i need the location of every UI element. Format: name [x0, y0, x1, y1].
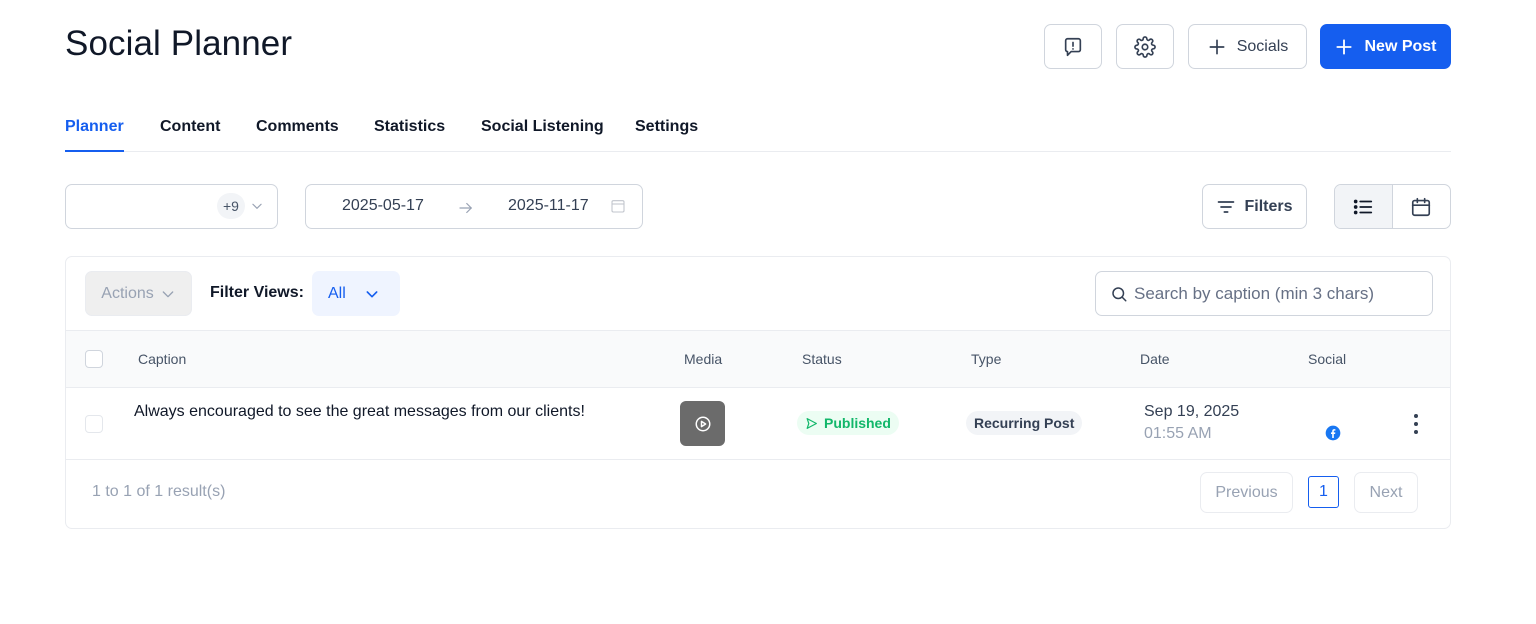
socials-label: Socials — [1236, 37, 1289, 55]
post-time: 01:55 AM — [1144, 425, 1212, 442]
filter-views-value: All — [328, 284, 346, 302]
column-social: Social — [1308, 351, 1347, 367]
column-date[interactable]: Date — [1140, 351, 1170, 367]
column-status: Status — [802, 351, 842, 367]
new-post-label: New Post — [1364, 37, 1437, 55]
chevron-down-icon — [366, 290, 378, 297]
page-number-button[interactable]: 1 — [1308, 476, 1339, 508]
facebook-icon[interactable] — [1325, 425, 1341, 441]
accounts-count-badge: +9 — [217, 193, 245, 219]
next-page-button[interactable]: Next — [1354, 472, 1418, 513]
add-socials-button[interactable]: Socials — [1188, 24, 1307, 69]
actions-label: Actions — [101, 284, 154, 302]
post-date: Sep 19, 2025 — [1144, 403, 1240, 420]
filter-lines-icon — [1218, 200, 1235, 213]
tab-settings[interactable]: Settings — [635, 118, 698, 152]
calendar-icon — [1412, 197, 1431, 216]
plus-icon — [1336, 38, 1353, 55]
page-title: Social Planner — [65, 24, 293, 63]
table-row[interactable]: Always encouraged to see the great messa… — [66, 388, 1450, 460]
calendar-icon — [611, 200, 625, 213]
column-media: Media — [684, 351, 723, 367]
row-more-menu-icon[interactable] — [1408, 412, 1424, 436]
filter-views-label: Filter Views: — [210, 284, 304, 301]
type-badge: Recurring Post — [966, 411, 1083, 435]
previous-page-button[interactable]: Previous — [1200, 472, 1293, 513]
play-circle-icon — [695, 416, 710, 431]
accounts-select[interactable]: +9 — [65, 184, 278, 229]
tab-planner[interactable]: Planner — [65, 118, 124, 152]
actions-dropdown[interactable]: Actions — [85, 271, 192, 316]
chevron-down-icon — [162, 290, 174, 297]
search-input[interactable] — [1134, 283, 1424, 304]
date-range-picker[interactable]: 2025-05-17 2025-11-17 — [305, 184, 643, 229]
gear-icon — [1134, 35, 1156, 58]
tab-comments[interactable]: Comments — [256, 118, 339, 152]
tab-social-listening[interactable]: Social Listening — [481, 118, 604, 152]
calendar-view-button[interactable] — [1393, 185, 1451, 228]
feedback-button[interactable] — [1044, 24, 1102, 69]
select-all-checkbox[interactable] — [85, 350, 103, 368]
list-view-button[interactable] — [1335, 185, 1393, 228]
filters-button[interactable]: Filters — [1202, 184, 1307, 229]
results-summary: 1 to 1 of 1 result(s) — [92, 483, 226, 500]
tab-content[interactable]: Content — [160, 118, 220, 152]
message-alert-icon — [1064, 37, 1082, 56]
new-post-button[interactable]: New Post — [1320, 24, 1451, 69]
arrow-right-icon — [459, 202, 472, 214]
date-end[interactable]: 2025-11-17 — [508, 197, 589, 215]
status-label: Published — [824, 415, 891, 431]
search-box — [1095, 271, 1433, 316]
type-label: Recurring Post — [974, 415, 1075, 431]
tab-statistics[interactable]: Statistics — [374, 118, 445, 152]
send-icon — [806, 417, 817, 429]
search-icon — [1112, 286, 1127, 301]
date-start[interactable]: 2025-05-17 — [342, 197, 424, 215]
column-caption[interactable]: Caption — [138, 351, 186, 367]
plus-icon — [1209, 39, 1225, 55]
post-caption[interactable]: Always encouraged to see the great messa… — [134, 403, 585, 421]
filter-views-select[interactable]: All — [312, 271, 400, 316]
media-thumbnail[interactable] — [680, 401, 725, 446]
tab-bar: Planner Content Comments Statistics Soci… — [65, 118, 1451, 152]
list-icon — [1354, 199, 1373, 214]
status-badge: Published — [797, 411, 899, 435]
row-checkbox[interactable] — [85, 415, 103, 433]
settings-button[interactable] — [1116, 24, 1174, 69]
table-header: Caption Media Status Type Date Social — [66, 330, 1450, 388]
column-type: Type — [971, 351, 1002, 367]
posts-card: Actions Filter Views: All Caption Media … — [65, 256, 1451, 529]
filters-label: Filters — [1244, 197, 1293, 215]
view-toggle — [1334, 184, 1451, 229]
chevron-down-icon — [252, 203, 262, 209]
